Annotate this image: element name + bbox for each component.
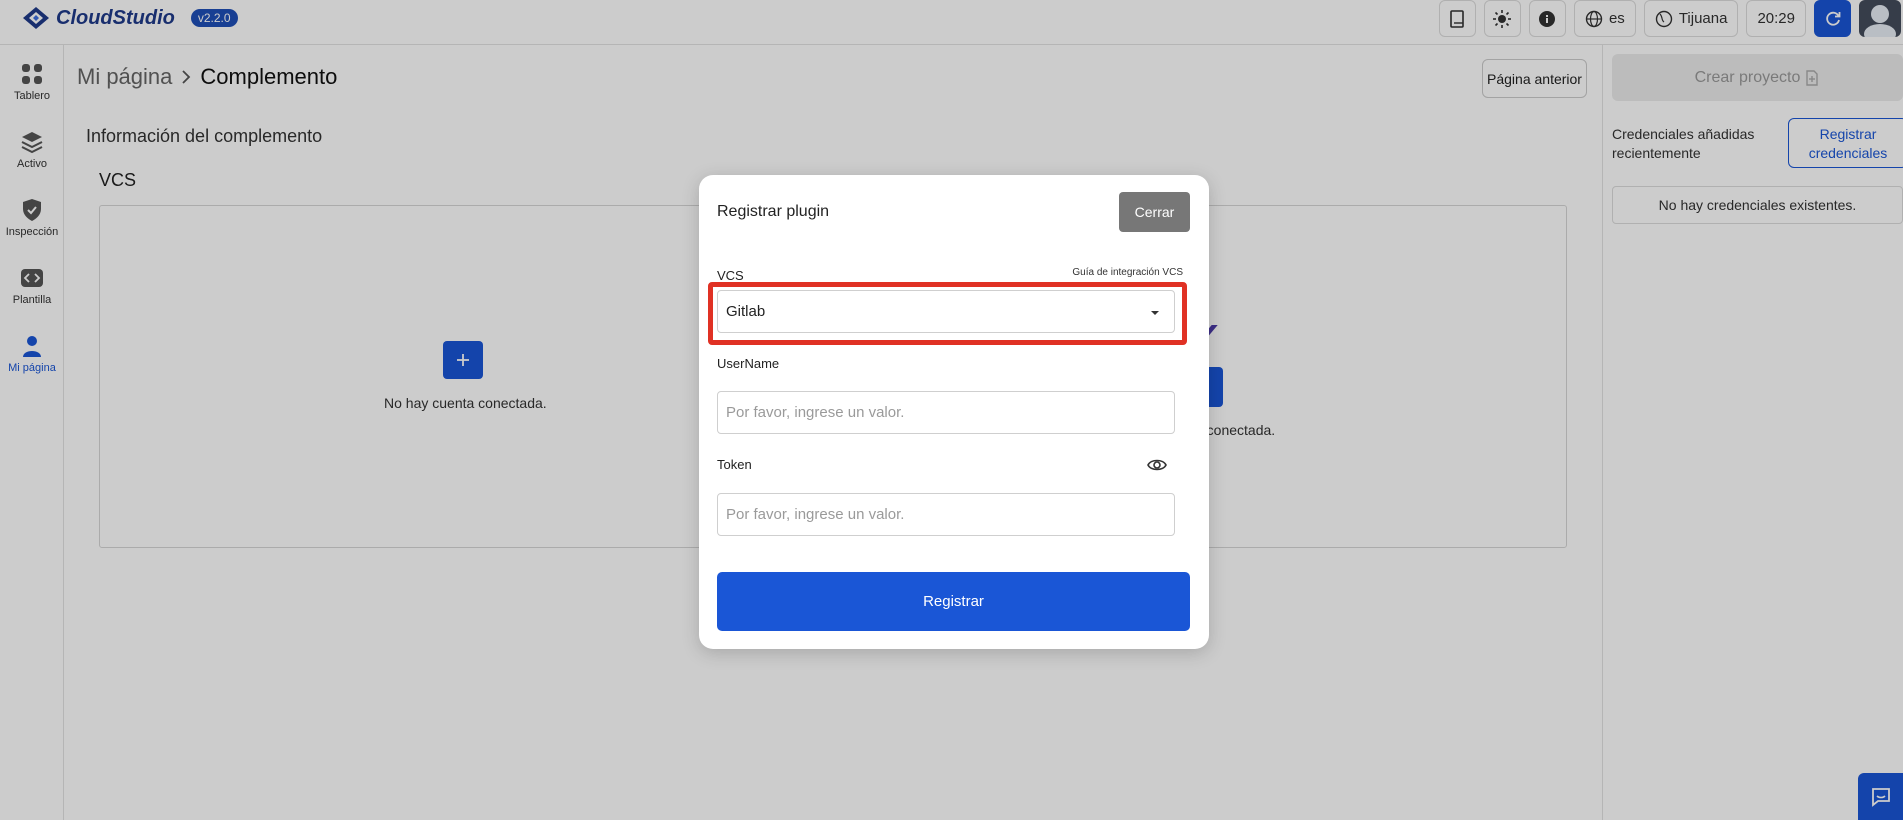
token-field-label: Token (717, 457, 752, 472)
highlight-box (708, 282, 1187, 345)
vcs-guide-link[interactable]: Guía de integración VCS (1072, 267, 1183, 278)
register-plugin-dialog: Registrar plugin Cerrar VCS Guía de inte… (699, 175, 1209, 649)
dialog-title: Registrar plugin (717, 203, 830, 220)
username-placeholder: Por favor, ingrese un valor. (726, 404, 905, 421)
username-field-label: UserName (717, 356, 780, 371)
register-button[interactable]: Registrar (717, 572, 1190, 631)
eye-icon[interactable] (1147, 455, 1167, 475)
token-input[interactable]: Por favor, ingrese un valor. (717, 493, 1175, 536)
username-input[interactable]: Por favor, ingrese un valor. (717, 391, 1175, 434)
close-button[interactable]: Cerrar (1119, 192, 1190, 232)
vcs-field-label: VCS (717, 268, 744, 283)
token-placeholder: Por favor, ingrese un valor. (726, 506, 905, 523)
